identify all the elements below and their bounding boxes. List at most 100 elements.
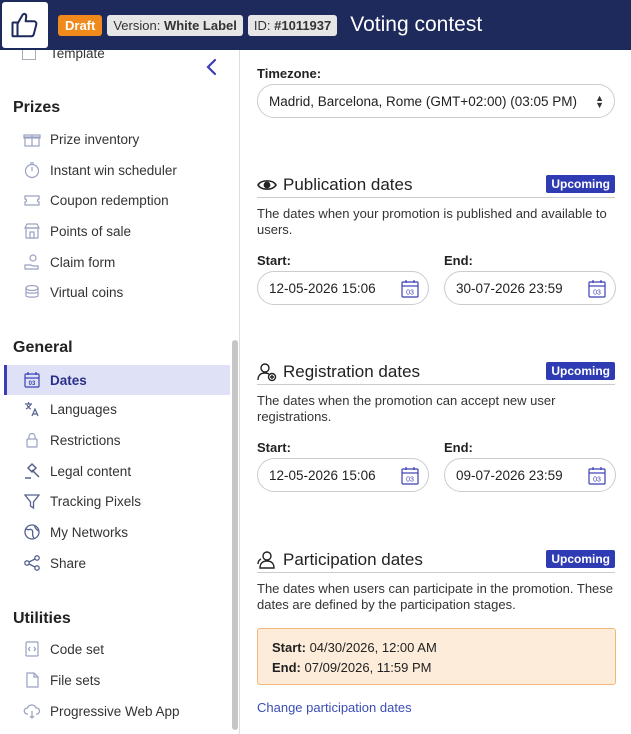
sidebar: Template Prizes Prize inventory Instant … xyxy=(0,50,240,734)
timezone-value: Madrid, Barcelona, Rome (GMT+02:00) (03:… xyxy=(269,93,577,109)
code-file-icon xyxy=(22,639,42,659)
participation-info-box: Start: 04/30/2026, 12:00 AM End: 07/09/2… xyxy=(257,628,616,685)
section-title-general: General xyxy=(13,339,73,356)
sidebar-item-label: Restrictions xyxy=(50,432,121,448)
sidebar-item-file-sets[interactable]: File sets xyxy=(4,665,230,695)
sidebar-item-label: Dates xyxy=(50,372,87,388)
sidebar-item-my-networks[interactable]: My Networks xyxy=(4,517,230,547)
sidebar-item-progressive-web-app[interactable]: Progressive Web App xyxy=(4,696,230,726)
registration-end-input[interactable]: 09-07-2026 23:59 03 xyxy=(444,458,616,492)
sidebar-item-points-of-sale[interactable]: Points of sale xyxy=(4,216,230,246)
sidebar-item-claim-form[interactable]: Claim form xyxy=(4,247,230,277)
timezone-label: Timezone: xyxy=(257,66,322,81)
sidebar-item-label: Code set xyxy=(50,641,105,657)
sidebar-item-label: Share xyxy=(50,555,87,571)
sidebar-item-coupon-redemption[interactable]: Coupon redemption xyxy=(4,185,230,215)
publication-description: The dates when your promotion is publish… xyxy=(257,206,607,237)
calendar-icon[interactable]: 03 xyxy=(400,466,420,486)
participation-dates-header: Participation dates Upcoming xyxy=(257,547,615,573)
section-title-utilities: Utilities xyxy=(13,610,71,627)
sidebar-item-label: Tracking Pixels xyxy=(50,493,142,509)
id-prefix: ID: xyxy=(253,17,275,33)
sidebar-item-label: Progressive Web App xyxy=(50,703,180,719)
participation-start-value: 04/30/2026, 12:00 AM xyxy=(309,640,437,655)
gavel-icon xyxy=(22,461,42,481)
participation-dates-title: Participation dates xyxy=(283,549,423,569)
sidebar-item-label: My Networks xyxy=(50,524,129,540)
sidebar-item-restrictions[interactable]: Restrictions xyxy=(4,425,230,455)
date-value: 12-05-2026 15:06 xyxy=(269,280,376,296)
sidebar-item-label: File sets xyxy=(50,672,101,688)
stopwatch-icon xyxy=(22,160,42,180)
sidebar-item-label: Legal content xyxy=(50,463,132,479)
sidebar-item-instant-win-scheduler[interactable]: Instant win scheduler xyxy=(4,155,230,185)
date-value: 30-07-2026 23:59 xyxy=(456,280,563,296)
date-value: 12-05-2026 15:06 xyxy=(269,467,376,483)
participation-end-value: 07/09/2026, 11:59 PM xyxy=(304,660,432,675)
thumbs-up-logo-icon[interactable] xyxy=(2,2,48,48)
sidebar-item-dates[interactable]: 03 Dates xyxy=(4,365,230,395)
sidebar-item-label: Virtual coins xyxy=(50,284,124,300)
version-badge: Version: White Label xyxy=(107,14,243,36)
sidebar-scrollbar[interactable] xyxy=(232,340,238,730)
status-badge-upcoming: Upcoming xyxy=(546,175,615,193)
sidebar-item-code-set[interactable]: Code set xyxy=(4,634,230,664)
change-participation-dates-link[interactable]: Change participation dates xyxy=(257,700,412,715)
sidebar-item-languages[interactable]: Languages xyxy=(4,394,230,424)
svg-text:03: 03 xyxy=(29,381,36,387)
sidebar-item-label: Template xyxy=(50,50,105,61)
publication-end-label: End: xyxy=(444,253,473,268)
timezone-select[interactable]: Madrid, Barcelona, Rome (GMT+02:00) (03:… xyxy=(257,84,615,118)
sidebar-item-prize-inventory[interactable]: Prize inventory xyxy=(4,124,230,154)
svg-text:03: 03 xyxy=(406,290,414,297)
publication-dates-title: Publication dates xyxy=(283,174,413,194)
sidebar-item-template[interactable]: Template xyxy=(22,50,105,61)
sidebar-item-label: Coupon redemption xyxy=(50,192,169,208)
users-icon xyxy=(257,550,279,570)
filter-icon xyxy=(22,491,42,511)
svg-text:03: 03 xyxy=(593,290,601,297)
sidebar-item-label: Instant win scheduler xyxy=(50,162,177,178)
participation-start-label: Start: xyxy=(272,640,306,655)
publication-start-input[interactable]: 12-05-2026 15:06 03 xyxy=(257,271,429,305)
template-icon xyxy=(22,50,36,60)
coupon-icon xyxy=(22,190,42,210)
registration-dates-title: Registration dates xyxy=(283,361,421,381)
registration-start-label: Start: xyxy=(257,440,291,455)
hand-coin-icon xyxy=(22,252,42,272)
registration-dates-header: Registration dates Upcoming xyxy=(257,359,615,385)
publication-end-input[interactable]: 30-07-2026 23:59 03 xyxy=(444,271,616,305)
translate-icon xyxy=(22,399,42,419)
dates-panel: Timezone: Madrid, Barcelona, Rome (GMT+0… xyxy=(241,50,631,734)
user-add-icon xyxy=(257,362,279,382)
sidebar-item-share[interactable]: Share xyxy=(4,548,230,578)
publication-dates-header: Publication dates Upcoming xyxy=(257,172,615,198)
calendar-icon[interactable]: 03 xyxy=(400,279,420,299)
registration-start-input[interactable]: 12-05-2026 15:06 03 xyxy=(257,458,429,492)
sidebar-item-tracking-pixels[interactable]: Tracking Pixels xyxy=(4,486,230,516)
store-icon xyxy=(22,221,42,241)
calendar-icon[interactable]: 03 xyxy=(587,466,607,486)
calendar-icon[interactable]: 03 xyxy=(587,279,607,299)
globe-icon xyxy=(22,522,42,542)
date-value: 09-07-2026 23:59 xyxy=(456,467,563,483)
version-prefix: Version: xyxy=(113,17,164,33)
collapse-sidebar-button[interactable] xyxy=(204,58,222,78)
id-badge: ID: #1011937 xyxy=(247,14,338,36)
eye-icon xyxy=(257,175,279,195)
sidebar-item-legal-content[interactable]: Legal content xyxy=(4,456,230,486)
calendar-icon: 03 xyxy=(22,370,42,390)
gift-icon xyxy=(22,129,42,149)
registration-description: The dates when the promotion can accept … xyxy=(257,393,556,424)
file-icon xyxy=(22,670,42,690)
select-caret-icon: ▲ ▼ xyxy=(595,93,604,110)
sidebar-item-label: Prize inventory xyxy=(50,131,140,147)
registration-end-label: End: xyxy=(444,440,473,455)
status-badge-draft: Draft xyxy=(58,14,103,36)
sidebar-item-virtual-coins[interactable]: Virtual coins xyxy=(4,277,230,307)
publication-start-label: Start: xyxy=(257,253,291,268)
participation-description: The dates when users can participate in … xyxy=(257,581,614,612)
participation-start-row: Start: 04/30/2026, 12:00 AM xyxy=(272,638,601,658)
app-header: Draft Version: White Label ID: #1011937 … xyxy=(0,0,631,50)
cloud-download-icon xyxy=(22,701,42,721)
